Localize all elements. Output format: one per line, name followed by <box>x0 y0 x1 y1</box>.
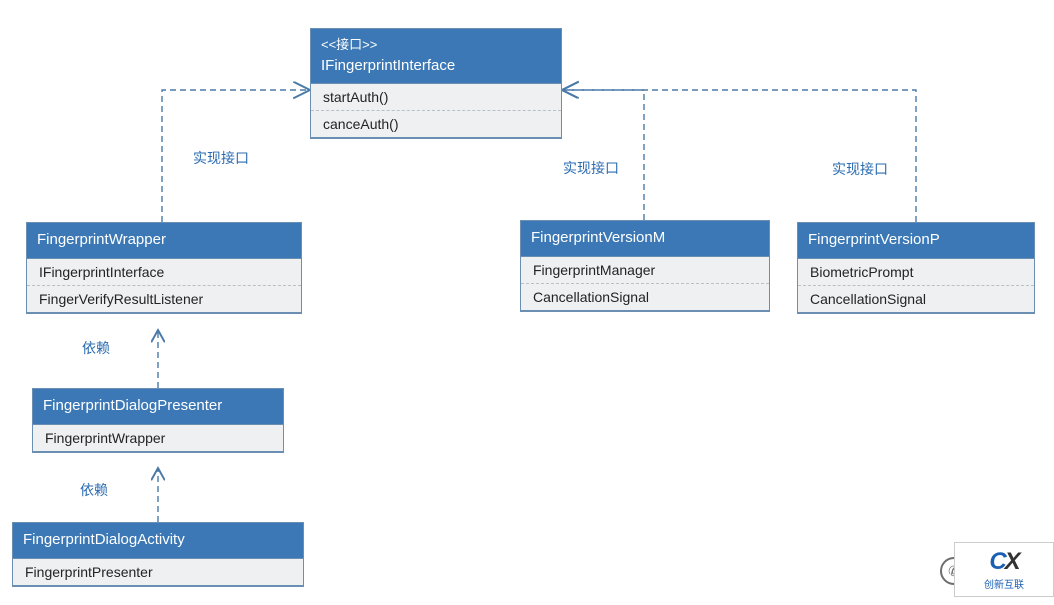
realize-label: 实现接口 <box>193 148 249 168</box>
badge-title: 创新互联 <box>984 576 1024 591</box>
interface-stereotype: <<接口>> <box>321 35 551 55</box>
field-row: CancellationSignal <box>521 284 769 311</box>
field-row: FingerprintManager <box>521 257 769 284</box>
versionm-header: FingerprintVersionM <box>521 221 769 257</box>
versionm-box: FingerprintVersionM FingerprintManager C… <box>520 220 770 312</box>
realize-label: 实现接口 <box>832 159 888 179</box>
realize-label: 实现接口 <box>563 158 619 178</box>
depend-label: 依赖 <box>82 338 110 358</box>
field-row: CancellationSignal <box>798 286 1034 313</box>
method-row: canceAuth() <box>311 111 561 138</box>
wrapper-box: FingerprintWrapper IFingerprintInterface… <box>26 222 302 314</box>
interface-name: IFingerprintInterface <box>321 55 551 78</box>
interface-header: <<接口>> IFingerprintInterface <box>311 29 561 84</box>
activity-fields: FingerprintPresenter <box>13 559 303 586</box>
field-row: IFingerprintInterface <box>27 259 301 286</box>
field-row: FingerVerifyResultListener <box>27 286 301 313</box>
presenter-header: FingerprintDialogPresenter <box>33 389 283 425</box>
versionm-fields: FingerprintManager CancellationSignal <box>521 257 769 311</box>
activity-name: FingerprintDialogActivity <box>23 529 293 552</box>
presenter-box: FingerprintDialogPresenter FingerprintWr… <box>32 388 284 453</box>
versionp-fields: BiometricPrompt CancellationSignal <box>798 259 1034 313</box>
corner-badge: CX 创新互联 <box>954 542 1054 597</box>
versionp-header: FingerprintVersionP <box>798 223 1034 259</box>
field-row: FingerprintPresenter <box>13 559 303 586</box>
field-row: FingerprintWrapper <box>33 425 283 452</box>
field-row: BiometricPrompt <box>798 259 1034 286</box>
versionp-box: FingerprintVersionP BiometricPrompt Canc… <box>797 222 1035 314</box>
depend-label: 依赖 <box>80 480 108 500</box>
wrapper-header: FingerprintWrapper <box>27 223 301 259</box>
interface-box: <<接口>> IFingerprintInterface startAuth()… <box>310 28 562 139</box>
method-row: startAuth() <box>311 84 561 111</box>
presenter-fields: FingerprintWrapper <box>33 425 283 452</box>
wrapper-name: FingerprintWrapper <box>37 229 291 252</box>
interface-methods: startAuth() canceAuth() <box>311 84 561 138</box>
wrapper-fields: IFingerprintInterface FingerVerifyResult… <box>27 259 301 313</box>
badge-logo: CX <box>989 548 1018 576</box>
presenter-name: FingerprintDialogPresenter <box>43 395 273 418</box>
versionp-name: FingerprintVersionP <box>808 229 1024 252</box>
versionm-name: FingerprintVersionM <box>531 227 759 250</box>
activity-header: FingerprintDialogActivity <box>13 523 303 559</box>
activity-box: FingerprintDialogActivity FingerprintPre… <box>12 522 304 587</box>
